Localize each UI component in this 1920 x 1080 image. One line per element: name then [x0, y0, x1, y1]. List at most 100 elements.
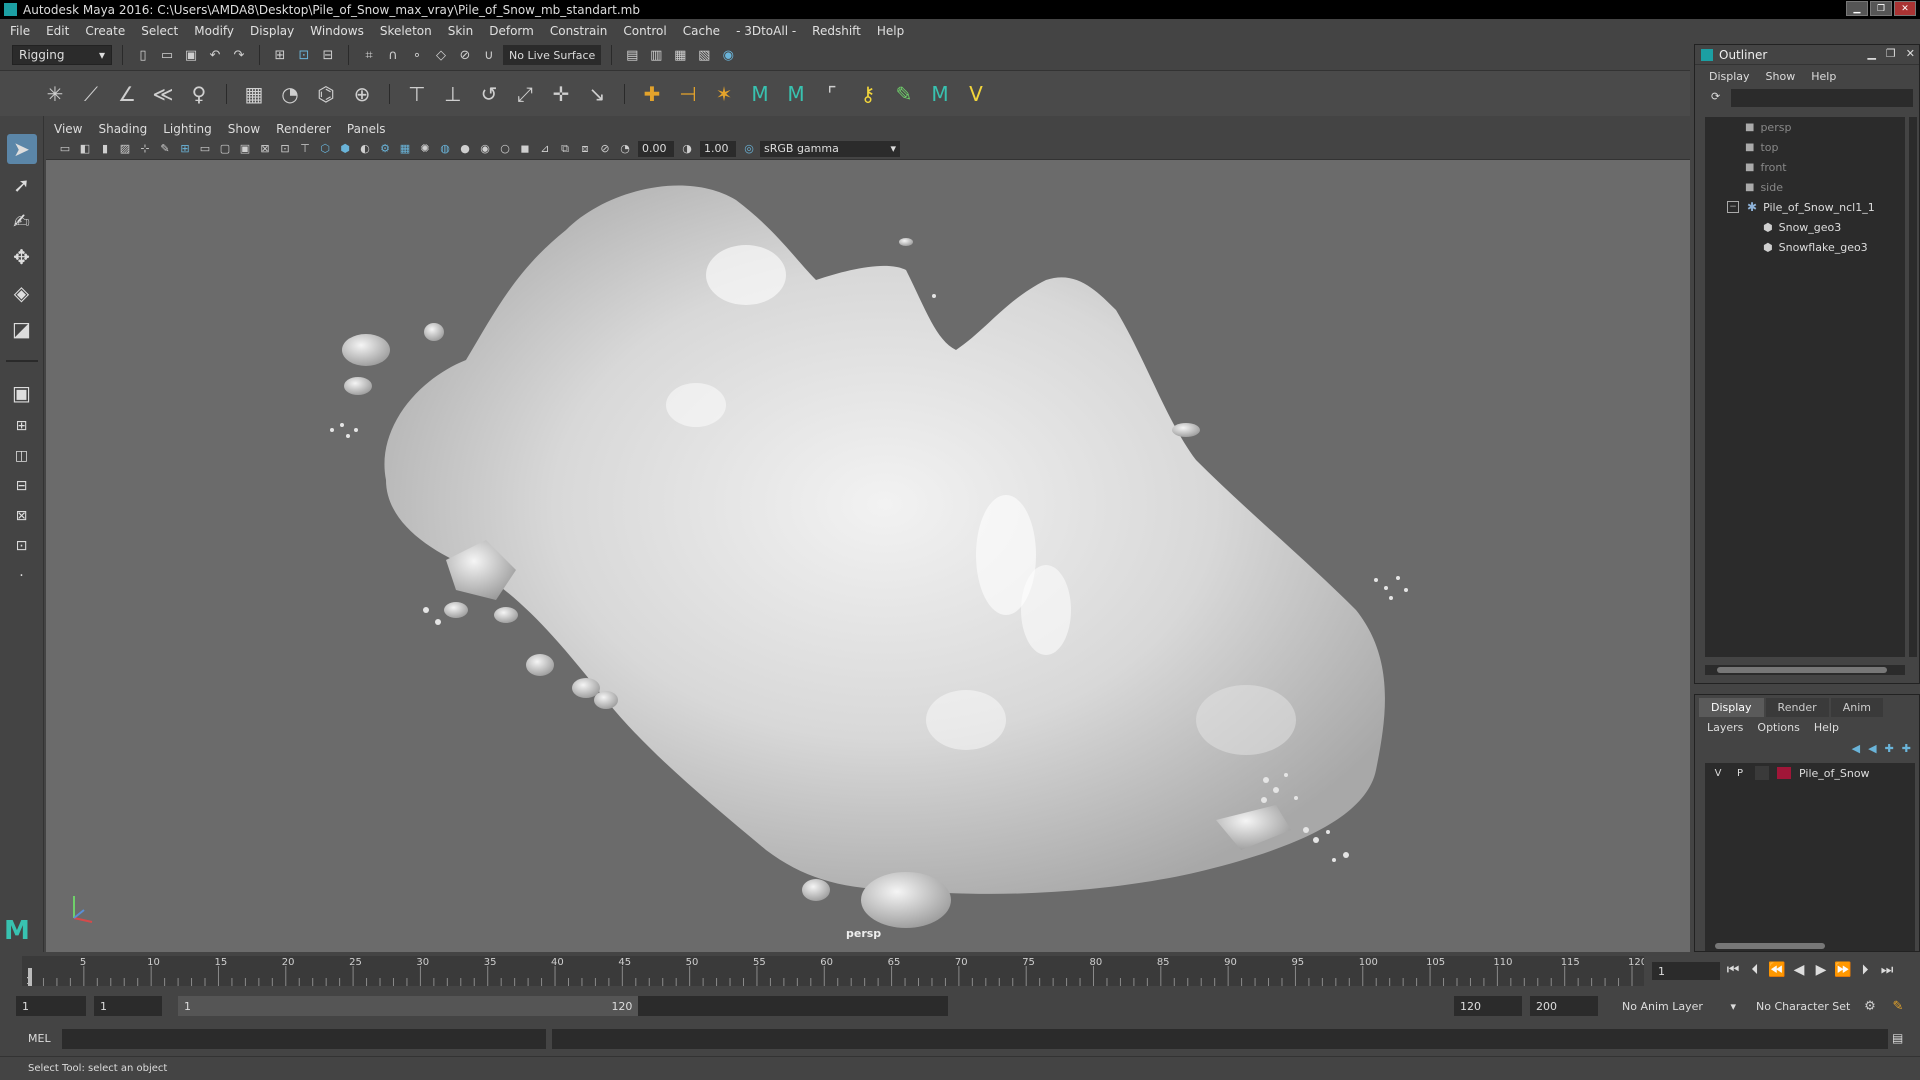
anim-layer-dropdown[interactable]: No Anim Layer ▾ [1616, 996, 1740, 1016]
outliner-vertical-scrollbar[interactable] [1909, 117, 1917, 657]
menu-deform[interactable]: Deform [489, 24, 534, 38]
character-set-dropdown[interactable]: No Character Set [1750, 996, 1860, 1016]
render-current-icon[interactable]: ▥ [646, 45, 666, 65]
redo-icon[interactable]: ↷ [229, 45, 249, 65]
grease-pencil-icon[interactable]: ✎ [156, 140, 174, 158]
scrollbar-thumb[interactable] [1717, 667, 1887, 673]
step-back-key-icon[interactable]: ⏪ [1768, 960, 1786, 980]
2d-pan-zoom-icon[interactable]: ⊹ [136, 140, 154, 158]
ik-fk-switch-icon[interactable]: ⊣ [673, 79, 703, 109]
wireframe-icon[interactable]: ⬡ [316, 140, 334, 158]
move-tool-icon[interactable]: ✥ [7, 242, 37, 272]
layer-playback-toggle[interactable]: P [1733, 768, 1747, 779]
snap-live-icon[interactable]: ⊘ [455, 45, 475, 65]
camera-attributes-icon[interactable]: ◧ [76, 140, 94, 158]
minimize-icon[interactable]: ▁ [1867, 47, 1875, 60]
safe-title-icon[interactable]: ⊤ [296, 140, 314, 158]
vp-menu-panels[interactable]: Panels [347, 122, 386, 136]
motion-blur-icon[interactable]: ● [456, 140, 474, 158]
current-frame-field[interactable]: 1 [1652, 962, 1720, 980]
paint-weights-icon[interactable]: ◔ [275, 79, 305, 109]
layer-display-type-toggle[interactable] [1755, 766, 1769, 780]
four-pane-layout-icon[interactable]: ⊞ [8, 414, 36, 438]
image-plane-icon[interactable]: ▨ [116, 140, 134, 158]
maximize-button[interactable]: ❐ [1870, 1, 1892, 16]
xray-components-icon[interactable]: ⧈ [576, 140, 594, 158]
menu-create[interactable]: Create [85, 24, 125, 38]
tab-anim-layers[interactable]: Anim [1830, 698, 1883, 717]
playback-start-field[interactable]: 1 [94, 996, 162, 1016]
paint-select-icon[interactable]: ✍ [7, 206, 37, 236]
view-transform-dropdown[interactable]: sRGB gamma ▾ [760, 140, 900, 157]
outliner-item-snow-geo[interactable]: ⬢ Snow_geo3 [1705, 217, 1905, 237]
use-all-lights-icon[interactable]: ▦ [396, 140, 414, 158]
snap-point-icon[interactable]: ∘ [407, 45, 427, 65]
current-time-marker[interactable] [28, 968, 32, 986]
xray-joints-icon[interactable]: ⧉ [556, 140, 574, 158]
joint-tool-icon[interactable]: ✳ [40, 79, 70, 109]
layer-menu-options[interactable]: Options [1757, 721, 1799, 734]
backface-icon[interactable]: ⊘ [596, 140, 614, 158]
close-icon[interactable]: ✕ [1906, 47, 1915, 60]
layer-menu-layers[interactable]: Layers [1707, 721, 1743, 734]
graph-layout-icon[interactable]: ⊠ [8, 504, 36, 528]
minimize-button[interactable]: ▁ [1846, 1, 1868, 16]
menu-windows[interactable]: Windows [310, 24, 364, 38]
single-pane-layout-icon[interactable]: ▣ [7, 378, 37, 408]
outliner-layout-icon[interactable]: ⊟ [8, 474, 36, 498]
ipr-render-icon[interactable]: ▦ [670, 45, 690, 65]
outliner-item-snowflake-geo[interactable]: ⬢ Snowflake_geo3 [1705, 237, 1905, 257]
ik-handle-icon[interactable]: ∠ [112, 79, 142, 109]
brush-icon[interactable]: ✎ [889, 79, 919, 109]
render-settings-icon[interactable]: ▤ [622, 45, 642, 65]
humanik-icon[interactable]: ♀ [184, 79, 214, 109]
step-forward-key-icon[interactable]: ⏩ [1834, 960, 1852, 980]
hypershade-icon[interactable]: ◉ [718, 45, 738, 65]
outliner-item-front[interactable]: ■ front [1705, 157, 1905, 177]
step-back-frame-icon[interactable]: ⏴ [1746, 960, 1764, 980]
menu-cache[interactable]: Cache [683, 24, 720, 38]
parent-constraint-icon[interactable]: ⊤ [402, 79, 432, 109]
gamma-icon[interactable]: ◑ [678, 140, 696, 158]
maya-m2-icon[interactable]: M [781, 79, 811, 109]
outliner-horizontal-scrollbar[interactable] [1705, 665, 1905, 675]
play-backwards-icon[interactable]: ◀ [1790, 960, 1808, 980]
scale-tool-icon[interactable]: ◪ [7, 314, 37, 344]
outliner-item-side[interactable]: ■ side [1705, 177, 1905, 197]
spring-icon[interactable]: ✶ [709, 79, 739, 109]
vp-menu-show[interactable]: Show [228, 122, 260, 136]
key-icon[interactable]: ⚷ [853, 79, 883, 109]
film-gate-icon[interactable]: ▭ [196, 140, 214, 158]
layer-color-swatch[interactable] [1777, 767, 1791, 779]
go-to-start-icon[interactable]: ⏮ [1724, 960, 1742, 980]
bookmark-icon[interactable]: ▮ [96, 140, 114, 158]
tab-render-layers[interactable]: Render [1765, 698, 1829, 717]
snap-curve-icon[interactable]: ∩ [383, 45, 403, 65]
script-editor-icon[interactable]: ▤ [1892, 1031, 1908, 1047]
perspective-viewport[interactable]: persp [46, 160, 1690, 952]
snap-grid-icon[interactable]: ⌗ [359, 45, 379, 65]
new-layer-icon[interactable]: ✚ [1885, 742, 1894, 755]
default-material-icon[interactable]: ◐ [356, 140, 374, 158]
exposure-icon[interactable]: ◔ [616, 140, 634, 158]
animation-preferences-icon[interactable]: ✎ [1888, 996, 1908, 1016]
go-to-end-icon[interactable]: ⏭ [1878, 960, 1896, 980]
move-layer-down-icon[interactable]: ◀ [1868, 742, 1876, 755]
field-chart-icon[interactable]: ⊠ [256, 140, 274, 158]
select-component-icon[interactable]: ⊟ [318, 45, 338, 65]
menu-redshift[interactable]: Redshift [812, 24, 861, 38]
select-tool-icon[interactable]: ➤ [6, 134, 37, 164]
camera-select-icon[interactable]: ▭ [56, 140, 74, 158]
time-slider[interactable]: 5 10 15 20 25 30 35 40 45 50 55 60 65 70 75 80 85 90 95 100… [22, 956, 1644, 986]
menu-help[interactable]: Help [877, 24, 904, 38]
layer-row[interactable]: V P Pile_of_Snow [1705, 763, 1915, 783]
render-view-icon[interactable]: ▧ [694, 45, 714, 65]
command-input[interactable] [62, 1029, 546, 1049]
play-forwards-icon[interactable]: ▶ [1812, 960, 1830, 980]
safe-action-icon[interactable]: ⊡ [276, 140, 294, 158]
lasso-tool-icon[interactable]: ➚ [7, 170, 37, 200]
playback-end-field[interactable]: 120 [1454, 996, 1522, 1016]
point-constraint-icon[interactable]: ⊥ [438, 79, 468, 109]
resolution-gate-icon[interactable]: ▢ [216, 140, 234, 158]
menu-3dtoall[interactable]: - 3DtoAll - [736, 24, 796, 38]
